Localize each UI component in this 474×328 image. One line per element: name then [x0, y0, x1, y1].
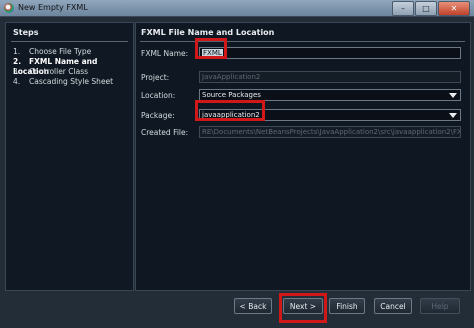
finish-button[interactable]: Finish	[329, 298, 365, 314]
maximize-button[interactable]: □	[415, 1, 437, 16]
next-button[interactable]: Next >	[283, 298, 323, 314]
close-button[interactable]: ✕	[438, 1, 470, 16]
panel-heading: FXML File Name and Location	[141, 28, 275, 37]
step-item: 4. Cascading Style Sheet	[13, 77, 114, 86]
title-bar: New Empty FXML – □ ✕	[0, 0, 474, 17]
cancel-button[interactable]: Cancel	[374, 298, 412, 314]
steps-heading: Steps	[13, 28, 39, 37]
window-controls: – □ ✕	[392, 1, 470, 16]
project-label: Project:	[141, 73, 170, 82]
location-label: Location:	[141, 91, 176, 100]
minimize-button[interactable]: –	[392, 1, 414, 16]
app-icon	[4, 3, 14, 13]
created-file-field: RE\Documents\NetBeansProjects\JavaApplic…	[199, 126, 461, 138]
steps-list: 1. Choose File Type 2. FXML Name and Locat…	[13, 47, 133, 87]
step-item: 3. Controller Class	[13, 67, 89, 76]
package-label: Package:	[141, 111, 175, 120]
highlight-package	[195, 100, 265, 121]
created-file-label: Created File:	[141, 128, 189, 137]
panel-divider	[140, 41, 465, 42]
step-item-current: 2. FXML Name and Location	[13, 57, 98, 76]
project-field: JavaApplication2	[199, 71, 461, 83]
fxml-name-label: FXML Name:	[141, 49, 189, 58]
window-title: New Empty FXML	[18, 3, 88, 12]
fxml-name-field[interactable]: FXML	[199, 47, 461, 59]
highlight-fxml-name	[195, 38, 227, 59]
steps-panel: Steps 1. Choose File Type 2. FXML Name and…	[5, 22, 134, 291]
back-button[interactable]: < Back	[234, 298, 272, 314]
help-button: Help	[420, 298, 460, 314]
steps-divider	[11, 41, 128, 42]
main-panel: FXML File Name and Location FXML Name: F…	[135, 22, 471, 291]
step-item: 1. Choose File Type	[13, 47, 92, 56]
